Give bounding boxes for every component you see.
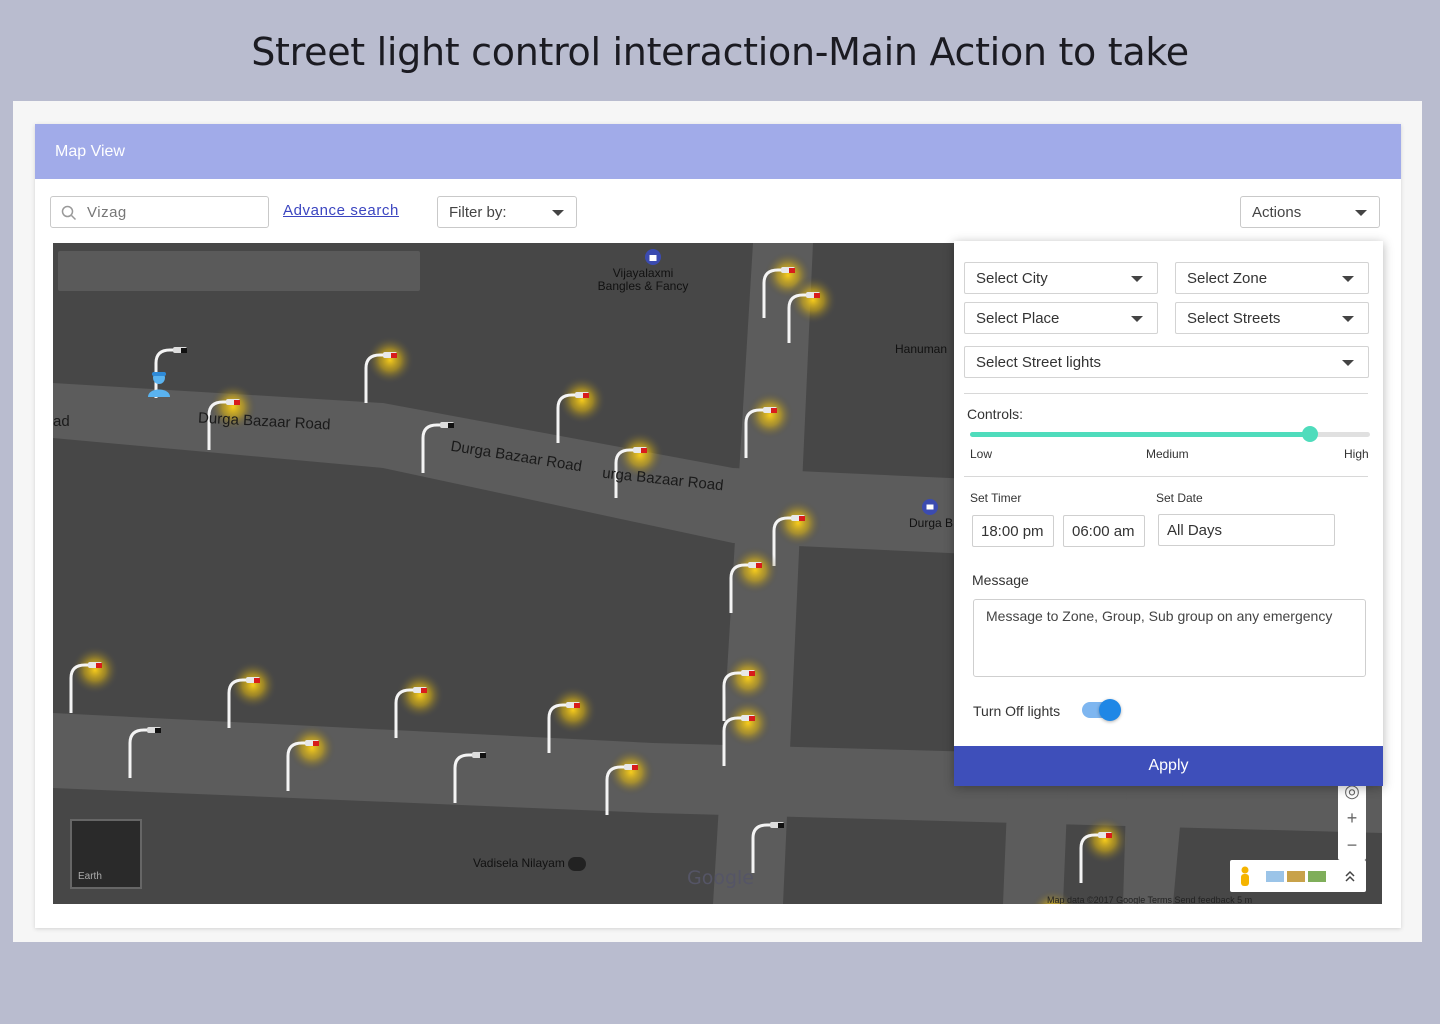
timer-start-value: 18:00 pm (981, 523, 1044, 540)
turn-off-lights-toggle[interactable] (1082, 699, 1121, 721)
map-attribution: Map data ©2017 Google Terms Send feedbac… (1047, 895, 1253, 904)
select-zone-dropdown[interactable]: Select Zone (1175, 262, 1369, 294)
set-date-label: Set Date (1156, 491, 1203, 505)
actions-label: Actions (1252, 204, 1302, 221)
select-street-lights-label: Select Street lights (976, 354, 1102, 371)
filter-dropdown[interactable]: Filter by: (437, 196, 577, 228)
street-light-icon[interactable] (394, 671, 444, 738)
earth-label: Earth (78, 871, 102, 882)
chevron-down-icon (1342, 360, 1354, 366)
select-place-dropdown[interactable]: Select Place (964, 302, 1158, 334)
search-icon (61, 205, 77, 221)
street-light-icon[interactable] (69, 646, 119, 713)
page-heading: Street light control interaction-Main Ac… (251, 30, 1189, 74)
select-zone-label: Select Zone (1187, 270, 1268, 287)
cart-icon (922, 499, 938, 515)
actions-dropdown[interactable]: Actions (1240, 196, 1380, 228)
zoom-out-button[interactable]: − (1338, 832, 1366, 859)
chevron-down-icon (1131, 316, 1143, 322)
timer-start-field[interactable]: 18:00 pm (972, 515, 1054, 547)
card-title: Map View (55, 143, 125, 160)
search-box[interactable] (50, 196, 269, 228)
filter-label: Filter by: (449, 204, 507, 221)
place-label-shop: Vijayalaxmi Bangles & Fancy (597, 266, 689, 293)
message-textarea[interactable]: Message to Zone, Group, Sub group on any… (973, 599, 1366, 677)
turn-off-lights-label: Turn Off lights (973, 703, 1061, 719)
place-badge-icon (568, 857, 586, 871)
place-label-durga: Durga B (909, 516, 954, 530)
card-header: Map View (35, 124, 1401, 179)
chevron-down-icon (1355, 210, 1367, 216)
timer-end-field[interactable]: 06:00 am (1063, 515, 1145, 547)
select-streets-dropdown[interactable]: Select Streets (1175, 302, 1369, 334)
shopping-bag-icon (645, 249, 661, 265)
apply-button[interactable]: Apply (954, 746, 1383, 786)
place-label-vadisela: Vadisela Nilayam (473, 856, 565, 870)
chevron-down-icon (1342, 276, 1354, 282)
chevron-down-icon (1342, 316, 1354, 322)
slider-fill (970, 432, 1310, 437)
actions-panel: Select City Select Zone Select Place Sel… (954, 241, 1383, 786)
divider (964, 393, 1368, 394)
timer-end-value: 06:00 am (1072, 523, 1135, 540)
place-label-hanuman: Hanuman (895, 342, 948, 356)
earth-view-toggle[interactable]: Earth (70, 819, 142, 889)
date-value: All Days (1167, 522, 1223, 539)
set-timer-label: Set Timer (970, 491, 1022, 505)
map-type-thumbnails[interactable] (1266, 869, 1328, 883)
date-field[interactable]: All Days (1158, 514, 1335, 546)
search-input[interactable] (87, 202, 257, 222)
brightness-slider[interactable] (970, 426, 1370, 442)
road-label-left: ad (53, 413, 70, 430)
toggle-knob (1099, 699, 1121, 721)
select-streets-label: Select Streets (1187, 310, 1281, 327)
slider-handle[interactable] (1302, 426, 1318, 442)
advance-search-link[interactable]: Advance search (283, 202, 399, 219)
zoom-in-button[interactable]: + (1338, 805, 1366, 832)
street-light-icon[interactable] (364, 336, 414, 403)
chevron-down-icon (552, 210, 564, 216)
google-logo: Google (687, 867, 755, 889)
map-zoom-control: ◎ + − (1338, 778, 1366, 860)
worker-icon (148, 372, 170, 397)
slider-medium-label: Medium (1146, 447, 1189, 461)
expand-icon[interactable] (1344, 869, 1356, 883)
select-place-label: Select Place (976, 310, 1060, 327)
controls-label: Controls: (967, 406, 1024, 422)
select-street-lights-dropdown[interactable]: Select Street lights (964, 346, 1369, 378)
map-type-bar (1230, 860, 1366, 892)
select-city-dropdown[interactable]: Select City (964, 262, 1158, 294)
street-light-icon[interactable] (1079, 816, 1129, 883)
chevron-down-icon (1131, 276, 1143, 282)
message-label: Message (972, 572, 1029, 588)
divider (964, 476, 1368, 477)
slider-high-label: High (1344, 447, 1369, 461)
slider-low-label: Low (970, 447, 993, 461)
pegman-icon[interactable] (1239, 866, 1251, 886)
street-light-icon[interactable] (556, 376, 606, 443)
select-city-label: Select City (976, 270, 1048, 287)
street-light-icon[interactable] (227, 661, 277, 728)
